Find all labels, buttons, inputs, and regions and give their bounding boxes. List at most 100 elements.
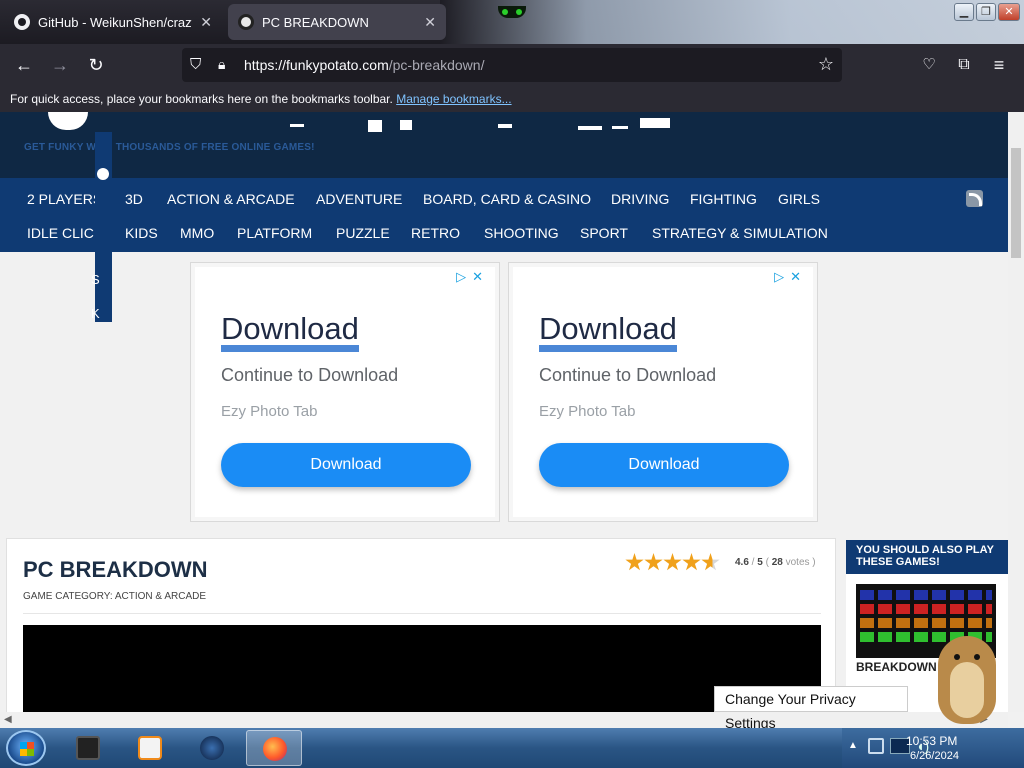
star-rating[interactable] [625, 553, 720, 572]
start-button[interactable] [6, 730, 46, 766]
reload-icon[interactable]: ↻ [85, 54, 107, 76]
taskbar-app-terminal[interactable] [60, 730, 116, 766]
menu-item[interactable]: PLATFORM [237, 225, 312, 241]
rating-value: 4.6 [735, 557, 749, 568]
logo-fragment [290, 124, 304, 127]
hamster-mascot [930, 618, 1002, 728]
ad-download-button[interactable]: Download [221, 443, 471, 487]
adchoices-icon[interactable]: ▷✕ [774, 269, 807, 285]
sidebar-heading: YOU SHOULD ALSO PLAY THESE GAMES! [846, 540, 1008, 574]
star-icon[interactable] [663, 553, 682, 571]
maximize-button[interactable]: ❐ [976, 3, 996, 21]
adchoices-icon[interactable]: ▷✕ [456, 269, 489, 285]
logo-fragment [400, 120, 412, 130]
menu-item[interactable]: KIDS [125, 225, 158, 241]
star-icon[interactable] [701, 553, 720, 571]
window-controls: ▁ ❐ ✕ [954, 3, 1020, 21]
terminal-icon [76, 736, 100, 760]
menu-item[interactable]: SPORT [580, 225, 628, 241]
close-tab-icon[interactable]: ✕ [424, 14, 436, 31]
scroll-left-icon[interactable]: ◀ [4, 714, 12, 725]
ad-brand: Ezy Photo Tab [539, 403, 636, 420]
clock-date[interactable]: 6/26/2024 [910, 750, 959, 762]
menu-item[interactable]: MMO [180, 225, 214, 241]
site-tagline: GET FUNKY WITH THOUSANDS OF FREE ONLINE … [24, 142, 315, 153]
taskbar-app-firefox[interactable] [246, 730, 302, 766]
back-arrow-icon[interactable]: ← [13, 54, 35, 76]
url-text: https://funkypotato.com/pc-breakdown/ [244, 57, 485, 73]
media-player-icon [138, 736, 162, 760]
tab-title: PC BREAKDOWN [262, 14, 369, 30]
firefox-icon [263, 737, 287, 761]
logo-fragment [498, 124, 512, 128]
forward-arrow-icon[interactable]: → [49, 54, 71, 76]
funkypotato-icon [238, 14, 254, 30]
logo-fragment [640, 118, 670, 128]
star-icon[interactable] [644, 553, 663, 571]
extensions-icon[interactable]: ⧉ [953, 54, 975, 76]
taskbar-app-media-player[interactable] [122, 730, 178, 766]
menu-item[interactable]: DRIVING [611, 191, 669, 207]
menu-item[interactable]: PUZZLE [336, 225, 390, 241]
menu-item[interactable]: RETRO [411, 225, 460, 241]
taskbar-app-globe[interactable] [184, 730, 240, 766]
ad-banner-left[interactable]: ▷✕ Download Continue to Download Ezy Pho… [190, 262, 500, 522]
horizontal-scrollbar[interactable]: ◀ ▶ [0, 712, 1008, 728]
logo-fragment [612, 126, 628, 129]
bookmarks-toolbar: For quick access, place your bookmarks h… [0, 86, 1024, 112]
vertical-scrollbar[interactable] [1008, 112, 1024, 712]
close-tab-icon[interactable]: ✕ [200, 14, 212, 31]
ad-title: Download [539, 313, 677, 352]
screen: GitHub - WeikunShen/crazy-en ✕ PC BREAKD… [0, 0, 1024, 768]
taskbar: ▲ ◖) 10:53 PM 6/26/2024 [0, 728, 1024, 768]
device-icon[interactable] [868, 738, 884, 754]
menu-hamburger-icon[interactable]: ≡ [988, 54, 1010, 76]
menu-item[interactable]: IDLE CLICK [27, 225, 103, 241]
menu-item[interactable]: SHOOTING [484, 225, 559, 241]
menu-item[interactable]: BOARD, CARD & CASINO [423, 191, 591, 207]
close-window-button[interactable]: ✕ [998, 3, 1020, 21]
rating-summary: 4.6 / 5 ( 28 votes ) [735, 557, 816, 568]
bookmark-star-icon[interactable]: ☆ [818, 54, 834, 75]
game-thumbnail-label[interactable]: BREAKDOWN [856, 660, 937, 674]
ad-brand: Ezy Photo Tab [221, 403, 318, 420]
pocket-icon[interactable]: ♡ [918, 54, 940, 76]
scrollbar-thumb[interactable] [1011, 148, 1021, 258]
menu-item[interactable]: GIRLS [778, 191, 820, 207]
address-bar[interactable]: ⛉ 🔒︎ https://funkypotato.com/pc-breakdow… [182, 48, 842, 82]
bookmarks-hint: For quick access, place your bookmarks h… [10, 92, 393, 106]
votes-label: votes [785, 557, 810, 568]
ad-title: Download [221, 313, 359, 352]
menu-item[interactable]: FIGHTING [690, 191, 757, 207]
clock-time[interactable]: 10:53 PM [906, 734, 957, 748]
lock-icon[interactable]: 🔒︎ [218, 56, 225, 73]
rss-icon[interactable] [966, 190, 983, 207]
tray-expand-icon[interactable]: ▲ [848, 740, 858, 751]
tab-pc-breakdown[interactable]: PC BREAKDOWN ✕ [228, 4, 446, 40]
menu-item[interactable]: 3D [125, 191, 143, 207]
ad-subtitle: Continue to Download [221, 365, 399, 385]
ad-download-button[interactable]: Download [539, 443, 789, 487]
menu-item[interactable]: ACTION & ARCADE [167, 191, 295, 207]
menu-item[interactable]: STRATEGY & SIMULATION [652, 225, 828, 241]
menu-item[interactable]: 2 PLAYERS [27, 191, 102, 207]
ad-subtitle: Continue to Download [539, 365, 717, 385]
star-icon[interactable] [682, 553, 701, 571]
page-viewport: GET FUNKY WITH THOUSANDS OF FREE ONLINE … [0, 112, 1024, 728]
game-category: GAME CATEGORY: ACTION & ARCADE [23, 591, 207, 602]
github-icon [14, 14, 30, 30]
manage-bookmarks-link[interactable]: Manage bookmarks... [396, 92, 511, 106]
strip-letter: S [91, 272, 100, 287]
privacy-settings-button[interactable]: Change Your Privacy Settings [714, 686, 908, 728]
shield-icon[interactable]: ⛉ [190, 56, 201, 73]
mascot-eye-icon [97, 168, 109, 180]
ad-banner-right[interactable]: ▷✕ Download Continue to Download Ezy Pho… [508, 262, 818, 522]
tab-github[interactable]: GitHub - WeikunShen/crazy-en ✕ [4, 4, 222, 40]
minimize-button[interactable]: ▁ [954, 3, 974, 21]
logo-fragment [368, 120, 382, 132]
star-icon[interactable] [625, 553, 644, 571]
logo-fragment [48, 112, 88, 130]
menu-item[interactable]: ADVENTURE [316, 191, 402, 207]
mascot-overlay-strip: S K [91, 132, 112, 322]
game-title: PC BREAKDOWN [23, 557, 208, 582]
